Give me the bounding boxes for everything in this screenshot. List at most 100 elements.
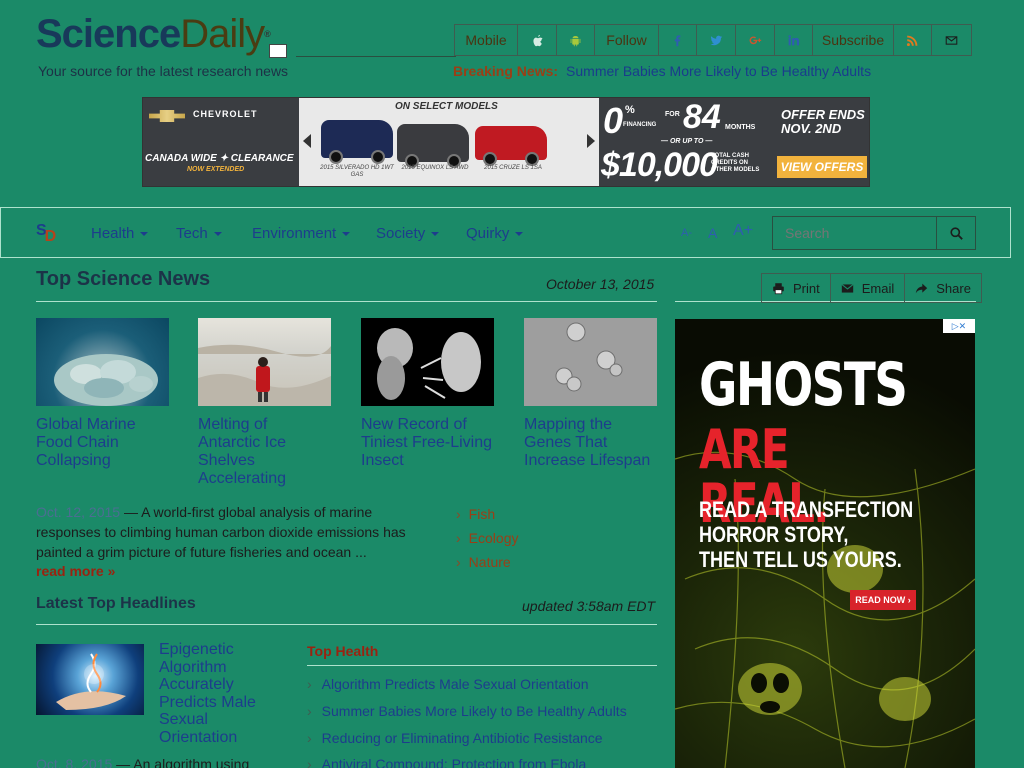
top-toolbar: Mobile Follow Subscribe [454, 24, 972, 56]
follow-link[interactable]: Follow [595, 25, 659, 55]
share-toolbar: Print Email Share [761, 273, 982, 303]
headline-summary: Oct. 8, 2015 — An algorithm using [36, 756, 249, 768]
ad-next-arrow-icon[interactable] [587, 134, 595, 148]
top-health-item[interactable]: › Algorithm Predicts Male Sexual Orientat… [307, 676, 589, 692]
breaking-news: Breaking News: Summer Babies More Likely … [453, 63, 871, 79]
search-input[interactable] [772, 216, 937, 250]
breaking-news-link[interactable]: Summer Babies More Likely to Be Healthy … [566, 63, 871, 79]
ad-body-line: THEN TELL US YOURS. [699, 547, 902, 572]
story-thumbnail-insect[interactable] [361, 318, 494, 406]
story-title[interactable]: New Record of Tiniest Free-Living Insect [361, 416, 494, 470]
android-icon [570, 35, 581, 46]
ad-offer-panel: 0 % FINANCING FOR 84 MONTHS — OR UP TO —… [599, 98, 869, 186]
ad-cash-note: TOTAL CASH CREDITS ON OTHER MODELS [711, 153, 760, 173]
topic-link[interactable]: › Nature [456, 554, 511, 570]
subscribe-link[interactable]: Subscribe [813, 25, 894, 55]
nav-health[interactable]: Health [91, 225, 149, 242]
search-icon [949, 226, 963, 240]
top-science-news-title: Top Science News [36, 268, 211, 290]
chevrolet-bowtie-icon [149, 110, 185, 122]
nav-tech[interactable]: Tech [176, 225, 222, 242]
print-button[interactable]: Print [762, 274, 831, 302]
logo-mark-icon [269, 44, 287, 58]
ghosts-ad[interactable]: ▷✕ GHOSTS ARE REAL. READ A TRANSFECTION … [675, 319, 975, 768]
ad-percent: % [625, 104, 635, 116]
android-link[interactable] [557, 25, 595, 55]
email-link[interactable] [932, 25, 971, 55]
caret-down-icon [515, 232, 524, 237]
story-thumbnail-antarctic[interactable] [198, 318, 331, 406]
google-plus-icon [749, 35, 761, 44]
top-news-date: October 13, 2015 [546, 276, 655, 292]
ad-financing: FINANCING [623, 122, 657, 128]
linkedin-link[interactable] [775, 25, 813, 55]
ad-brand-panel: CHEVROLET CANADA WIDE ✦ CLEARANCE NOW EX… [143, 98, 299, 186]
linkedin-icon [788, 34, 800, 45]
ad-prev-arrow-icon[interactable] [303, 134, 311, 148]
share-arrow-icon [916, 283, 928, 293]
topic-label: Ecology [468, 530, 519, 546]
email-button[interactable]: Email [831, 274, 906, 302]
print-label: Print [793, 280, 820, 296]
font-size-smaller[interactable]: A- [681, 227, 692, 239]
story-title[interactable]: Melting of Antarctic Ice Shelves Acceler… [198, 416, 316, 488]
sd-logo-d: D [44, 228, 57, 245]
envelope-icon [945, 35, 958, 45]
ad-model-label: 2015 SILVERADO HD 1WT GAS [320, 165, 394, 178]
topic-link[interactable]: › Ecology [456, 530, 518, 546]
chevrolet-ad-banner[interactable]: CHEVROLET CANADA WIDE ✦ CLEARANCE NOW EX… [142, 97, 870, 187]
nav-label: Environment [252, 225, 337, 242]
ad-offer-ends: OFFER ENDS NOV. 2ND [781, 107, 865, 136]
story-thumbnail-coral[interactable] [36, 318, 169, 406]
nav-society[interactable]: Society [376, 225, 440, 242]
chevron-right-icon: › [307, 676, 312, 692]
nav-label: Quirky [466, 225, 510, 242]
googleplus-link[interactable] [736, 25, 775, 55]
ad-sedan-image [475, 126, 547, 166]
font-size-normal[interactable]: A [708, 225, 717, 241]
top-health-item[interactable]: › Reducing or Eliminating Antibiotic Resi… [307, 730, 603, 746]
ad-now-extended: NOW EXTENDED [187, 166, 245, 173]
adchoices-icon[interactable]: ▷✕ [943, 319, 975, 333]
top-health-item[interactable]: › Summer Babies More Likely to Be Healthy… [307, 703, 627, 719]
top-health-title: Antiviral Compound: Protection from Ebol… [321, 756, 587, 768]
rss-link[interactable] [894, 25, 932, 55]
nav-label: Society [376, 225, 426, 242]
dna-hand-image [56, 653, 126, 710]
headline-title[interactable]: Epigenetic Algorithm Accurately Predicts… [159, 641, 269, 747]
ad-zero: 0 [603, 100, 624, 141]
story-thumbnail-yeast[interactable] [524, 318, 657, 406]
twitter-icon [710, 35, 722, 45]
logo-daily: Daily [180, 12, 265, 56]
search-button[interactable] [936, 216, 976, 250]
ad-brand-text: CHEVROLET [193, 109, 258, 119]
ad-suv-image [397, 124, 469, 168]
share-label: Share [936, 280, 971, 296]
top-health-title: Reducing or Eliminating Antibiotic Resis… [321, 730, 603, 746]
latest-headlines-title: Latest Top Headlines [36, 595, 196, 612]
twitter-link[interactable] [697, 25, 736, 55]
nav-environment[interactable]: Environment [252, 225, 351, 242]
ad-body-line: HORROR STORY, [699, 522, 849, 547]
sd-home-logo[interactable]: SD [36, 222, 56, 245]
insect-microscope-image [377, 328, 481, 400]
story-title[interactable]: Mapping the Genes That Increase Lifespan [524, 416, 657, 470]
apple-link[interactable] [518, 25, 557, 55]
envelope-icon [841, 283, 854, 293]
ad-read-now-button[interactable]: READ NOW › [850, 590, 916, 610]
read-more-link[interactable]: read more » [36, 563, 115, 579]
facebook-link[interactable] [659, 25, 697, 55]
story-title[interactable]: Global Marine Food Chain Collapsing [36, 416, 169, 470]
ad-view-offers-button[interactable]: VIEW OFFERS [777, 156, 867, 178]
mobile-link[interactable]: Mobile [455, 25, 518, 55]
share-button[interactable]: Share [905, 274, 981, 302]
font-size-larger[interactable]: A+ [733, 222, 753, 240]
ad-months: MONTHS [725, 124, 756, 131]
top-health-title: Summer Babies More Likely to Be Healthy … [321, 703, 627, 719]
sciencedaily-logo[interactable]: ScienceDaily® [36, 12, 271, 56]
top-health-item[interactable]: › Antiviral Compound: Protection from Ebo… [307, 756, 586, 768]
nav-quirky[interactable]: Quirky [466, 225, 524, 242]
topic-link[interactable]: › Fish [456, 506, 495, 522]
ad-cars-panel: ON SELECT MODELS 2015 SILVERADO HD 1WT G… [299, 98, 599, 186]
headline-thumbnail[interactable] [36, 644, 144, 715]
